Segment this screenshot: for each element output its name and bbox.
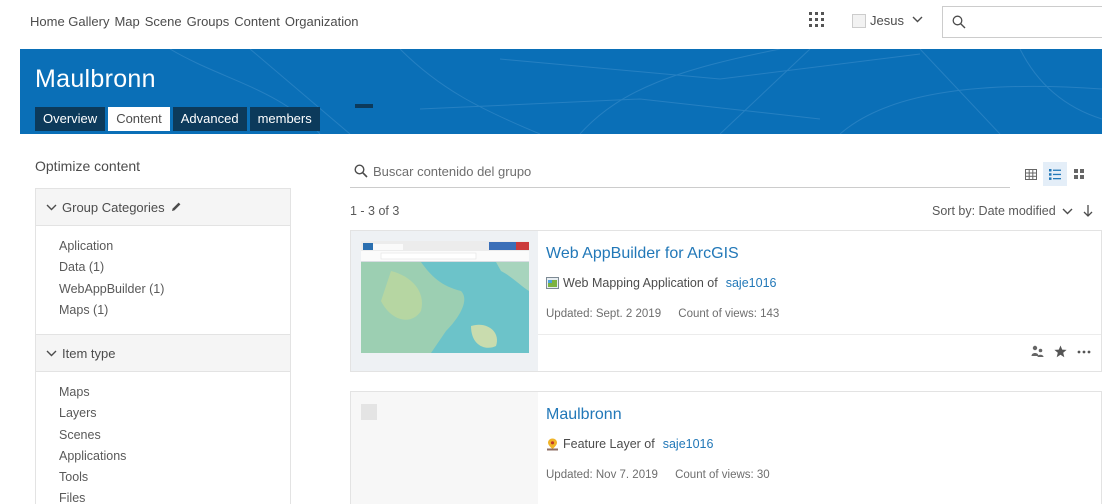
item-type-label: Item type xyxy=(62,345,116,361)
pencil-icon[interactable] xyxy=(170,201,182,213)
table-view-icon[interactable] xyxy=(1019,162,1043,186)
chevron-down-icon xyxy=(46,350,57,356)
nav-link-scene[interactable]: Scene xyxy=(145,14,182,29)
item-type-scenes[interactable]: Scenes xyxy=(59,428,290,449)
list-view-icon[interactable] xyxy=(1043,162,1067,186)
item-view-count: Count of views: 143 xyxy=(678,308,780,320)
item-view-count: Count of views: 30 xyxy=(675,469,770,481)
optimize-content-label: Optimize content xyxy=(35,158,141,174)
item-thumbnail[interactable] xyxy=(351,231,538,371)
item-type-maps[interactable]: Maps xyxy=(59,385,290,406)
global-search-input[interactable] xyxy=(942,6,1102,38)
item-owner-link[interactable]: saje1016 xyxy=(726,276,777,290)
tab-members[interactable]: members xyxy=(249,107,320,131)
result-count: 1 - 3 of 3 xyxy=(350,204,400,218)
favorite-star-icon[interactable] xyxy=(1054,345,1067,358)
placeholder-thumbnail-icon xyxy=(361,404,377,420)
item-type-text: Feature Layer of xyxy=(563,437,655,451)
group-categories-label: Group Categories xyxy=(62,199,165,215)
category-item-maps[interactable]: Maps (1) xyxy=(59,303,290,324)
item-type-header[interactable]: Item type xyxy=(35,334,291,372)
nav-link-map[interactable]: Map xyxy=(114,14,139,29)
content-item-card: Web AppBuilder for ArcGIS Web Mapping Ap… xyxy=(350,230,1102,372)
search-icon xyxy=(952,15,966,29)
user-menu[interactable]: Jesus xyxy=(852,13,923,28)
group-categories-header[interactable]: Group Categories xyxy=(35,188,291,226)
item-thumbnail[interactable] xyxy=(351,392,538,504)
group-banner: Maulbronn Overview Content Advanced memb… xyxy=(20,49,1102,134)
nav-link-groups[interactable]: Groups xyxy=(187,14,230,29)
nav-link-home-gallery[interactable]: Home Gallery xyxy=(30,14,109,29)
item-type-tools[interactable]: Tools xyxy=(59,470,290,491)
item-type-text: Web Mapping Application of xyxy=(563,276,718,290)
top-navigation: Home Gallery Map Scene Groups Content Or… xyxy=(0,0,1102,46)
sort-label: Sort by: Date modified xyxy=(932,204,1056,218)
chevron-down-icon xyxy=(912,15,923,26)
nav-links: Home Gallery Map Scene Groups Content Or… xyxy=(30,14,359,29)
tab-advanced[interactable]: Advanced xyxy=(172,107,247,131)
item-type-list: Maps Layers Scenes Applications Tools Fi… xyxy=(35,372,291,504)
group-tabs: Overview Content Advanced members xyxy=(35,107,320,131)
sort-dropdown[interactable]: Sort by: Date modified xyxy=(932,204,1093,218)
item-type-line: Feature Layer of saje1016 xyxy=(546,437,713,451)
search-icon xyxy=(354,164,368,178)
tab-content[interactable]: Content xyxy=(108,107,170,131)
app-launcher-icon[interactable] xyxy=(808,11,826,29)
item-updated: Updated: Nov 7. 2019 xyxy=(546,469,658,481)
item-owner-link[interactable]: saje1016 xyxy=(663,437,714,451)
item-type-line: Web Mapping Application of saje1016 xyxy=(546,276,776,290)
web-mapping-application-icon xyxy=(546,277,559,289)
category-item-aplication[interactable]: Aplication xyxy=(59,239,290,260)
item-actions xyxy=(1031,345,1091,358)
chevron-down-icon xyxy=(46,204,57,210)
nav-link-content[interactable]: Content xyxy=(234,14,280,29)
avatar xyxy=(852,13,866,28)
view-mode-toggle xyxy=(1019,162,1091,186)
nav-link-organization[interactable]: Organization xyxy=(285,14,359,29)
search-placeholder: Buscar contenido del grupo xyxy=(373,164,532,179)
tab-overflow-marker xyxy=(355,104,373,108)
item-type-applications[interactable]: Applications xyxy=(59,449,290,470)
group-content-search-input[interactable]: Buscar contenido del grupo xyxy=(350,162,1010,188)
category-item-data[interactable]: Data (1) xyxy=(59,260,290,281)
more-options-icon[interactable] xyxy=(1077,350,1091,354)
browser-map-thumbnail-image xyxy=(351,231,538,371)
sort-direction-arrow-icon[interactable] xyxy=(1083,205,1093,217)
item-title[interactable]: Web AppBuilder for ArcGIS xyxy=(546,245,739,263)
item-meta: Updated: Nov 7. 2019 Count of views: 30 xyxy=(546,469,770,481)
group-title: Maulbronn xyxy=(35,65,156,93)
group-categories-list: Aplication Data (1) WebAppBuilder (1) Ma… xyxy=(35,226,291,334)
user-name: Jesus xyxy=(870,13,904,28)
item-type-layers[interactable]: Layers xyxy=(59,406,290,427)
item-updated: Updated: Sept. 2 2019 xyxy=(546,308,662,320)
content-item-card: Maulbronn Feature Layer of saje1016 Upda… xyxy=(350,391,1102,504)
grid-view-icon[interactable] xyxy=(1067,162,1091,186)
item-title[interactable]: Maulbronn xyxy=(546,406,622,424)
item-meta: Updated: Sept. 2 2019 Count of views: 14… xyxy=(546,308,779,320)
tab-overview[interactable]: Overview xyxy=(35,107,106,131)
item-type-files[interactable]: Files xyxy=(59,491,290,504)
share-icon[interactable] xyxy=(1031,345,1044,358)
category-item-webappbuilder[interactable]: WebAppBuilder (1) xyxy=(59,282,290,303)
chevron-down-icon xyxy=(1062,208,1073,214)
feature-layer-icon xyxy=(547,438,558,450)
card-divider xyxy=(538,334,1101,335)
